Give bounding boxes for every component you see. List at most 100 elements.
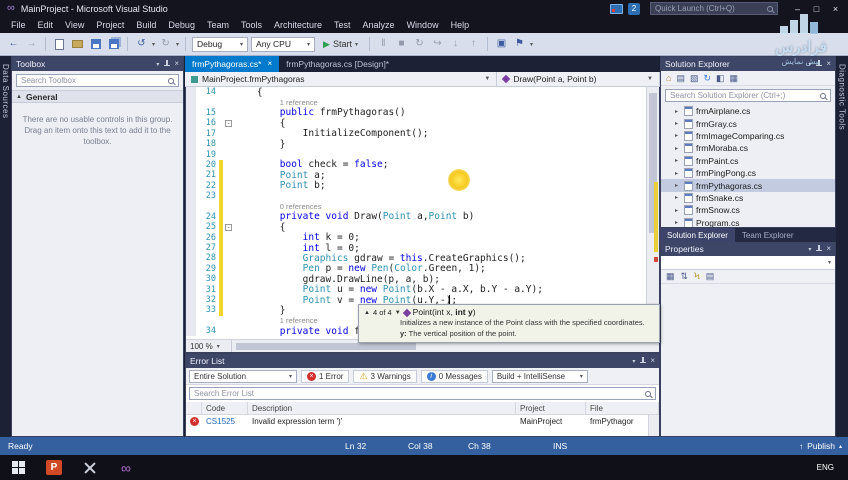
expand-icon[interactable]: ▸	[675, 145, 681, 152]
code-line-21[interactable]: 21 Point a;	[186, 170, 646, 181]
home-icon[interactable]: ⌂	[666, 73, 671, 83]
stop-icon[interactable]: ■	[394, 37, 409, 52]
code-line-28[interactable]: 28 Graphics gdraw = this.CreateGraphics(…	[186, 253, 646, 264]
code-annotation-row[interactable]: 1 reference	[186, 97, 646, 108]
toolbox-search-input[interactable]: Search Toolbox	[16, 74, 179, 87]
bookmark-icon[interactable]: ⚑	[512, 37, 527, 52]
previous-signature-icon[interactable]: ▲	[364, 309, 370, 317]
code-line-30[interactable]: 30 gdraw.DrawLine(p, a, b);	[186, 274, 646, 285]
tree-item-frmPingPong.cs[interactable]: ▸ frmPingPong.cs	[661, 167, 835, 179]
redo-icon[interactable]: ↻	[158, 37, 173, 52]
maximize-button[interactable]: □	[807, 1, 826, 16]
expand-icon[interactable]: ▸	[675, 132, 681, 139]
navigate-forward-icon[interactable]: →	[24, 37, 39, 52]
property-pages-icon[interactable]: ▤	[706, 272, 715, 281]
tree-item-frmImageComparing.cs[interactable]: ▸ frmImageComparing.cs	[661, 130, 835, 142]
tab-team-explorer[interactable]: Team Explorer	[735, 228, 801, 242]
step-into-icon[interactable]: ↓	[448, 37, 463, 52]
object-selector-dropdown[interactable]: ▾	[661, 256, 835, 270]
error-row[interactable]: × CS1525 Invalid expression term ')' MainPr…	[186, 415, 659, 427]
menu-item-analyze[interactable]: Analyze	[357, 17, 401, 33]
menu-item-debug[interactable]: Debug	[162, 17, 201, 33]
save-icon[interactable]	[88, 37, 103, 52]
close-icon[interactable]: ×	[174, 60, 179, 68]
expand-icon[interactable]: ▸	[675, 194, 681, 201]
publish-button[interactable]: ↑ Publish ▴	[799, 437, 842, 455]
close-button[interactable]: ×	[826, 1, 845, 16]
code-line-24[interactable]: 24 private void Draw(Point a,Point b)	[186, 211, 646, 222]
expand-icon[interactable]: ▸	[675, 170, 681, 177]
menu-item-test[interactable]: Test	[328, 17, 357, 33]
tool-tab-data-sources[interactable]: Data Sources	[1, 64, 10, 437]
tree-item-frmAirplane.cs[interactable]: ▸ frmAirplane.cs	[661, 105, 835, 117]
pin-icon[interactable]	[163, 60, 171, 68]
menu-item-architecture[interactable]: Architecture	[268, 17, 328, 33]
expand-icon[interactable]: ▸	[675, 120, 681, 127]
pause-icon[interactable]: ‖	[376, 37, 391, 52]
chevron-down-icon[interactable]: ▾	[530, 41, 533, 48]
close-icon[interactable]: ×	[826, 245, 831, 253]
restart-icon[interactable]: ↻	[412, 37, 427, 52]
platform-dropdown[interactable]: Any CPU ▾	[251, 36, 316, 52]
pin-icon[interactable]	[639, 357, 647, 365]
window-menu-icon[interactable]: ▾	[632, 358, 635, 365]
open-file-icon[interactable]	[70, 37, 85, 52]
expand-icon[interactable]: ▸	[675, 108, 681, 115]
column-description[interactable]: Description	[248, 402, 516, 414]
quick-launch-input[interactable]: Quick Launch (Ctrl+Q)	[650, 2, 778, 15]
close-icon[interactable]: ×	[826, 60, 831, 68]
tree-item-frmPaint.cs[interactable]: ▸ frmPaint.cs	[661, 155, 835, 167]
code-line-27[interactable]: 27 int l = 0;	[186, 243, 646, 254]
toolbox-section-general[interactable]: ▲ General	[12, 90, 183, 103]
menu-item-help[interactable]: Help	[445, 17, 476, 33]
code-line-29[interactable]: 29 Pen p = new Pen(Color.Green, 1);	[186, 263, 646, 274]
code-lines[interactable]: 14 { 1 reference 15 public frmPythagoras(…	[186, 87, 646, 339]
menu-item-team[interactable]: Team	[201, 17, 235, 33]
expand-icon[interactable]: ▸	[675, 207, 681, 214]
messages-filter-button[interactable]: i 0 Messages	[420, 369, 488, 383]
pin-icon[interactable]	[815, 245, 823, 253]
save-all-icon[interactable]	[106, 37, 121, 52]
column-file[interactable]: File	[586, 402, 659, 414]
code-line-26[interactable]: 26 int k = 0;	[186, 232, 646, 243]
tree-item-frmPythagoras.cs[interactable]: ▸ frmPythagoras.cs	[661, 179, 835, 192]
code-line-15[interactable]: 15 public frmPythagoras()	[186, 107, 646, 118]
taskbar-powerpoint[interactable]: P	[36, 455, 72, 480]
events-icon[interactable]: Ϟ	[694, 272, 700, 281]
tree-item-frmSnow.cs[interactable]: ▸ frmSnow.cs	[661, 204, 835, 216]
code-line-22[interactable]: 22 Point b;	[186, 180, 646, 191]
taskbar-snipping-tool[interactable]	[72, 455, 108, 480]
editor-vertical-scrollbar[interactable]	[646, 87, 659, 339]
menu-item-file[interactable]: File	[5, 17, 32, 33]
source-filter-dropdown[interactable]: Build + IntelliSense ▾	[491, 369, 588, 383]
start-debug-button[interactable]: ▶ Start ▾	[318, 36, 363, 53]
horizontal-scrollbar-thumb[interactable]	[236, 342, 416, 350]
redo-dropdown-icon[interactable]: ▾	[176, 41, 179, 48]
language-indicator[interactable]: ENG	[817, 463, 848, 472]
view-code-icon[interactable]: ◧	[716, 73, 725, 83]
undo-icon[interactable]: ↺	[134, 37, 149, 52]
menu-item-view[interactable]: View	[59, 17, 90, 33]
code-line-16[interactable]: 16- {	[186, 118, 646, 129]
refresh-icon[interactable]: ↻	[703, 73, 711, 83]
menu-item-window[interactable]: Window	[401, 17, 445, 33]
find-icon[interactable]: ▣	[494, 37, 509, 52]
expand-icon[interactable]: ▸	[675, 219, 681, 226]
pin-icon[interactable]	[815, 60, 823, 68]
menu-item-tools[interactable]: Tools	[235, 17, 268, 33]
menu-item-project[interactable]: Project	[90, 17, 130, 33]
member-dropdown[interactable]: Draw(Point a, Point b) ▼	[497, 72, 660, 86]
code-line-18[interactable]: 18 }	[186, 139, 646, 150]
code-line-23[interactable]: 23	[186, 190, 646, 202]
navigate-back-icon[interactable]: ←	[6, 37, 21, 52]
properties-icon[interactable]: ▦	[730, 73, 739, 83]
step-out-icon[interactable]: ↑	[466, 37, 481, 52]
window-menu-icon[interactable]: ▾	[808, 246, 811, 253]
tree-item-frmSnake.cs[interactable]: ▸ frmSnake.cs	[661, 192, 835, 204]
menu-item-edit[interactable]: Edit	[32, 17, 60, 33]
expand-icon[interactable]: ▸	[675, 157, 681, 164]
expand-icon[interactable]: ▸	[675, 182, 681, 189]
next-signature-icon[interactable]: ▼	[395, 309, 401, 317]
code-line-25[interactable]: 25- {	[186, 222, 646, 233]
step-over-icon[interactable]: ↪	[430, 37, 445, 52]
